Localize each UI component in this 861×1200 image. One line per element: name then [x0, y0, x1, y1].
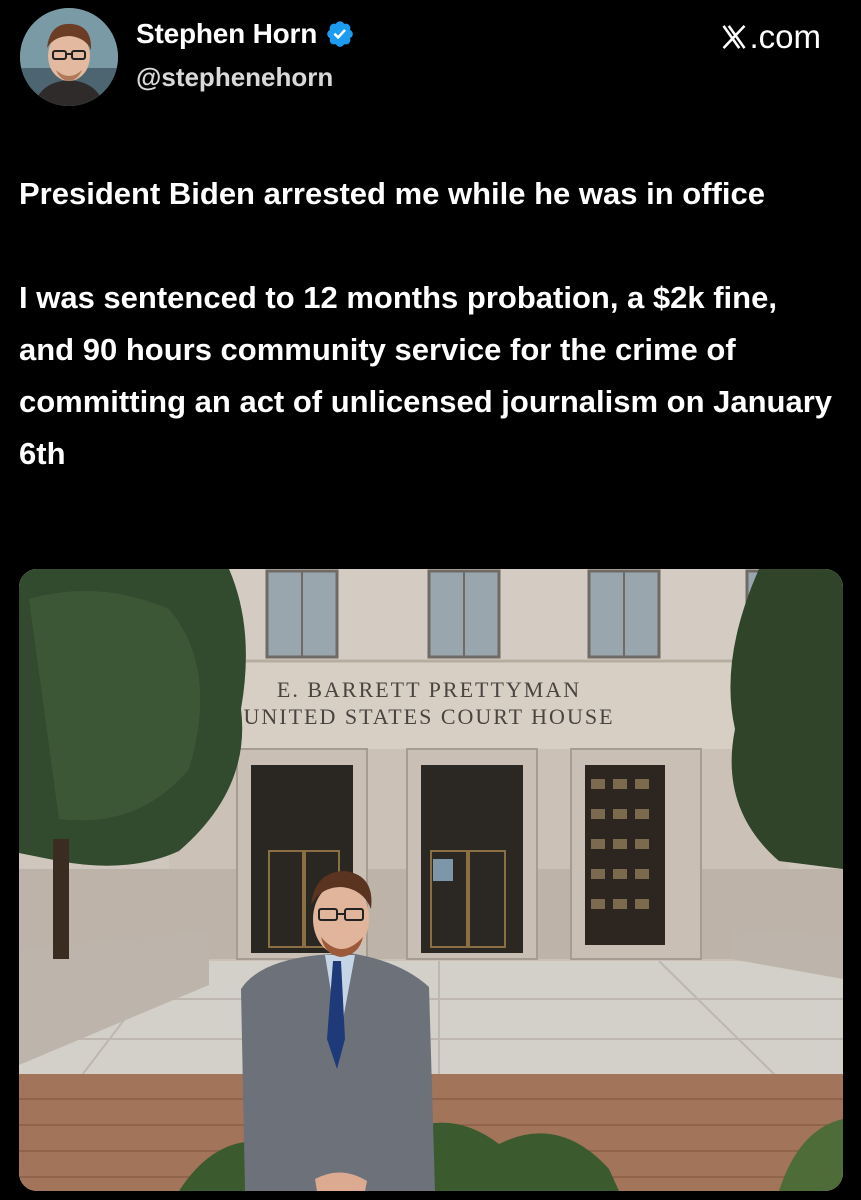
- avatar[interactable]: [20, 8, 118, 106]
- post-header: Stephen Horn @stephenehorn .com: [0, 0, 861, 120]
- post-photo[interactable]: E. BARRETT PRETTYMAN UNITED STATES COURT…: [19, 569, 843, 1191]
- site-label-text: .com: [749, 18, 821, 55]
- inscription-line-2: UNITED STATES COURT HOUSE: [243, 704, 614, 729]
- inscription-line-1: E. BARRETT PRETTYMAN: [277, 677, 581, 702]
- x-logo-icon: [722, 25, 747, 49]
- handle[interactable]: @stephenehorn: [136, 62, 333, 93]
- post-text: President Biden arrested me while he was…: [19, 168, 839, 480]
- display-name[interactable]: Stephen Horn: [136, 18, 317, 50]
- courthouse-photo: E. BARRETT PRETTYMAN UNITED STATES COURT…: [19, 569, 843, 1191]
- post-paragraph: President Biden arrested me while he was…: [19, 176, 765, 211]
- post-paragraph: I was sentenced to 12 months probation, …: [19, 280, 833, 471]
- site-label: .com: [720, 18, 821, 56]
- verified-badge-icon: [327, 21, 353, 47]
- author-row: Stephen Horn: [136, 18, 355, 50]
- avatar-image: [20, 8, 118, 106]
